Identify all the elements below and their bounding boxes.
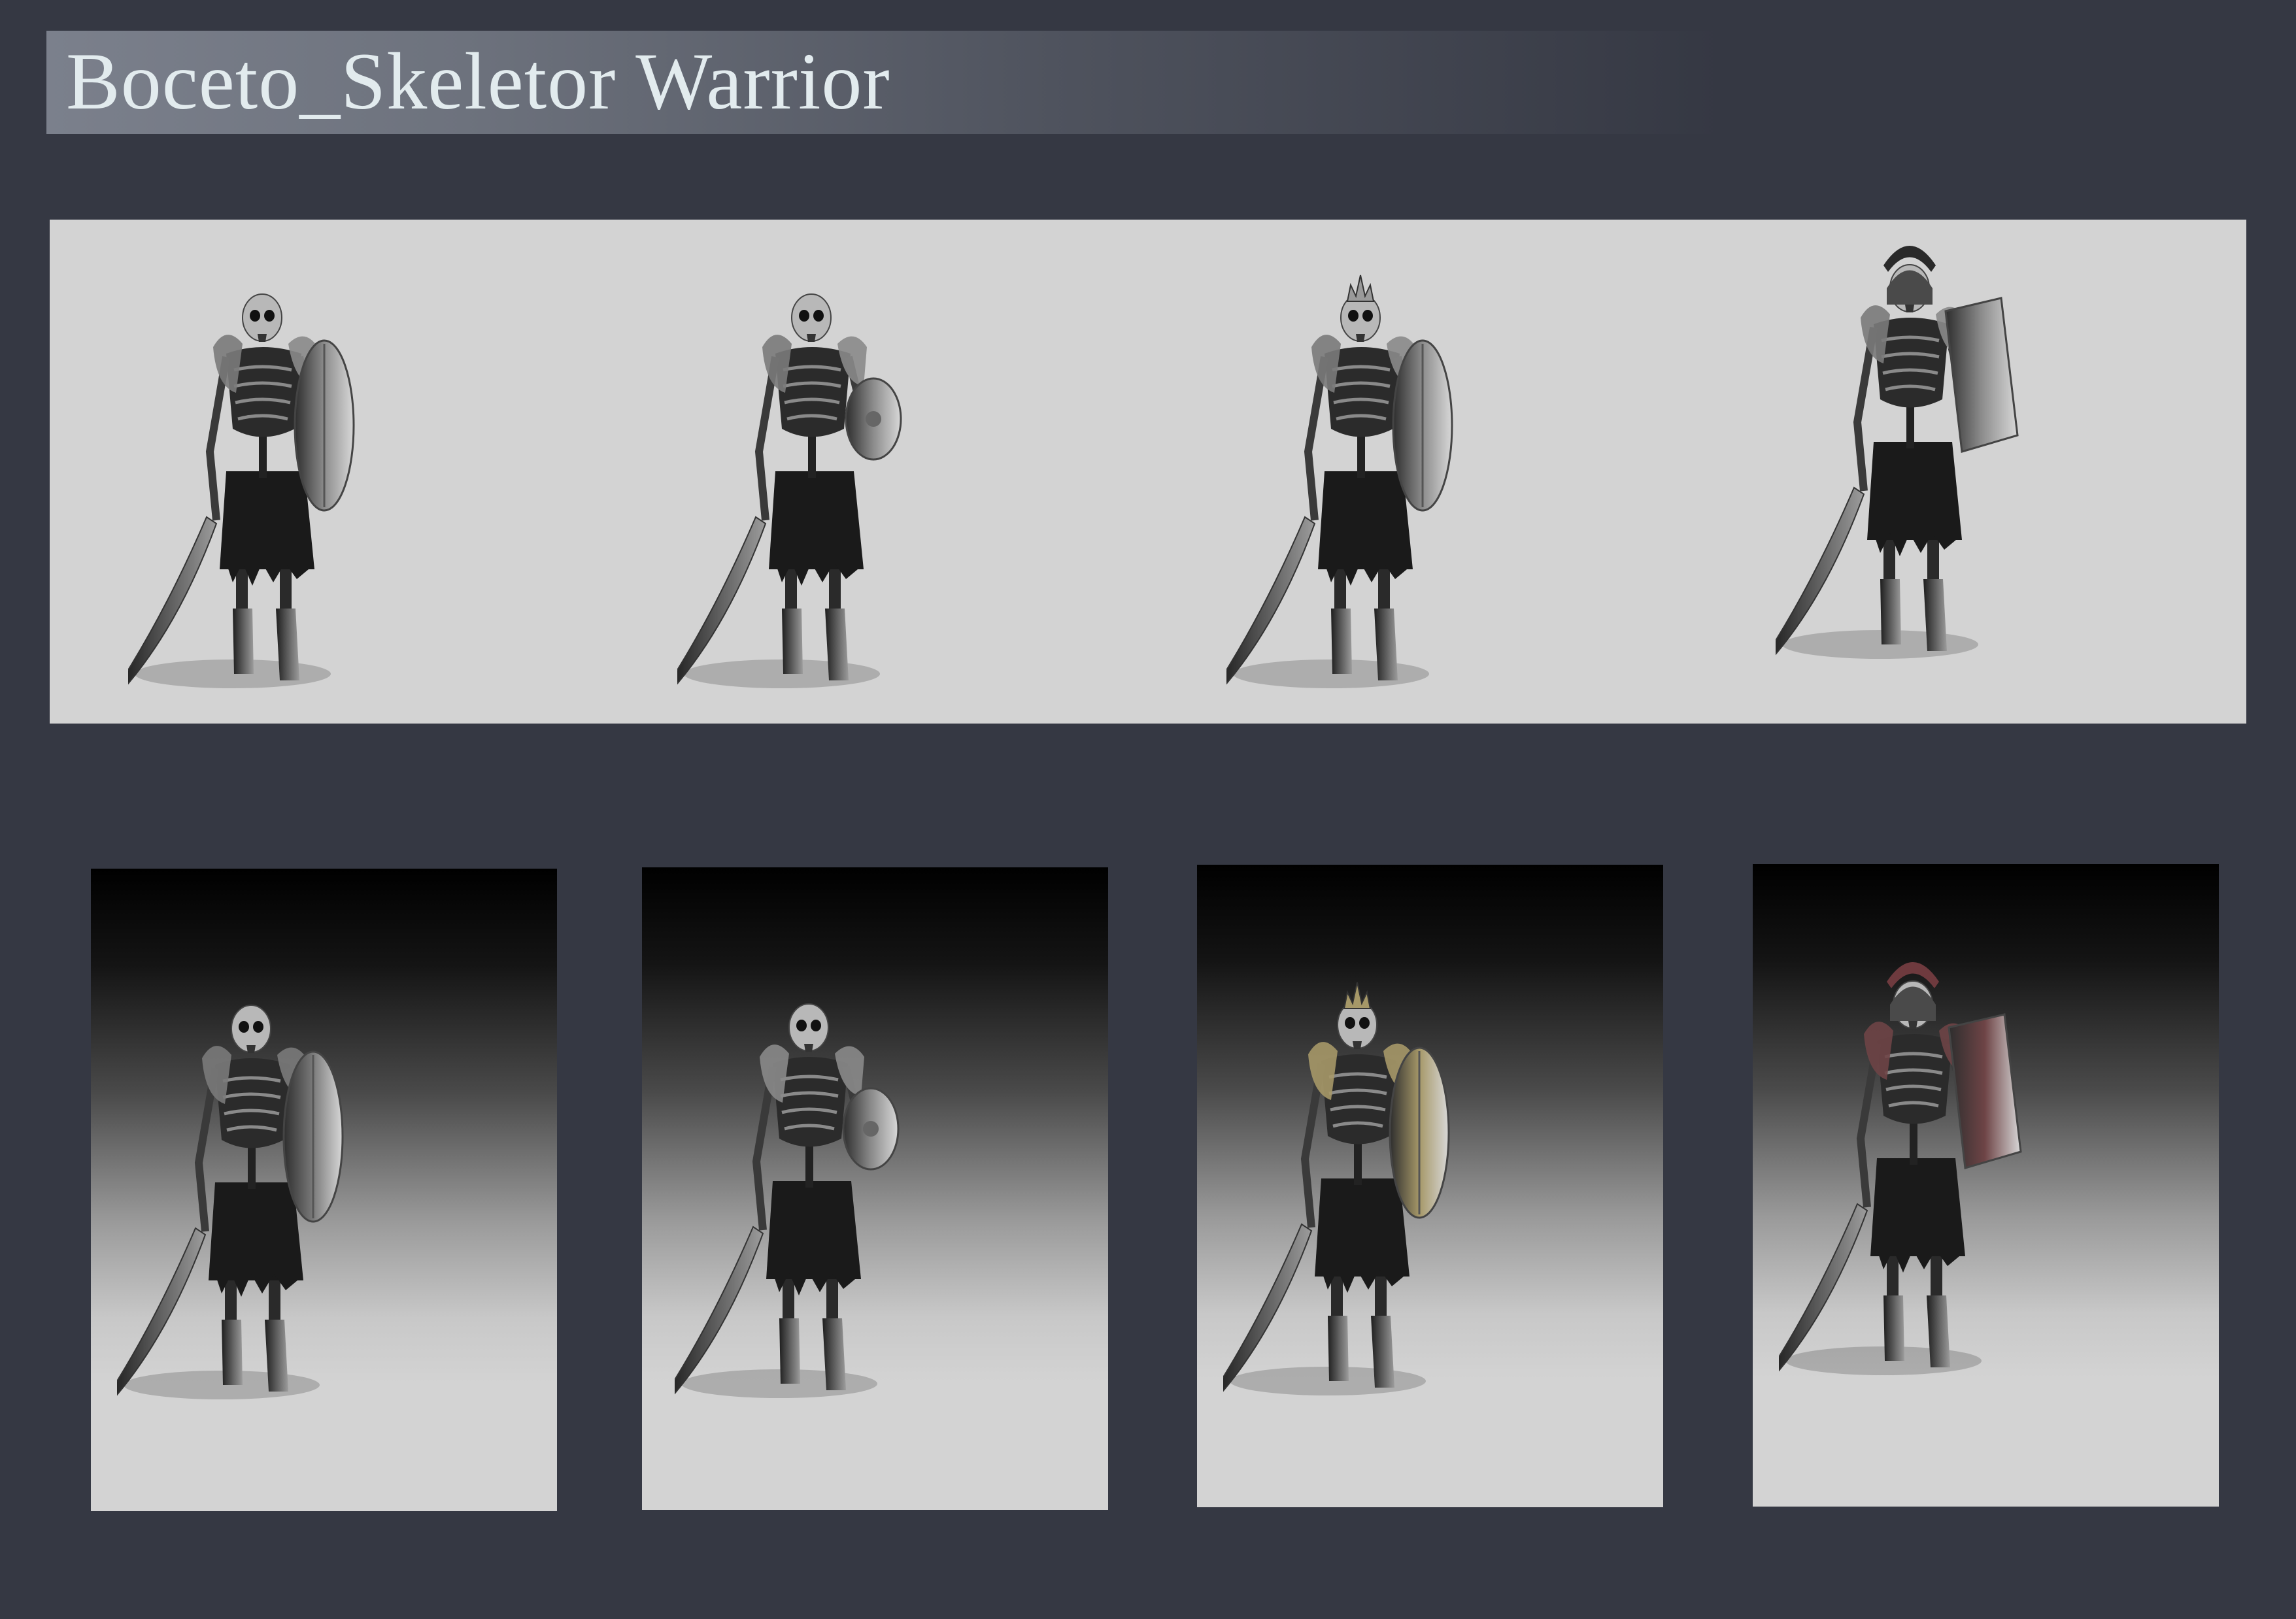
skeleton-sketch-2 xyxy=(677,256,952,726)
color-sketch-panel-2 xyxy=(642,867,1108,1510)
title-bar: Boceto_Skeletor Warrior xyxy=(46,31,1720,134)
color-sketch-panel-4 xyxy=(1753,864,2219,1507)
skeleton-color-4 xyxy=(1779,943,2053,1413)
skeleton-color-1 xyxy=(117,967,392,1437)
skeleton-sketch-3 xyxy=(1226,256,1501,726)
skeleton-sketch-4 xyxy=(1776,226,2050,697)
color-sketch-panel-1 xyxy=(91,869,557,1511)
skeleton-color-3 xyxy=(1223,963,1498,1433)
page-title: Boceto_Skeletor Warrior xyxy=(66,37,890,126)
skeleton-sketch-1 xyxy=(128,256,403,726)
grayscale-sketch-strip xyxy=(50,220,2246,724)
color-sketch-panel-3 xyxy=(1197,865,1663,1507)
skeleton-color-2 xyxy=(675,965,949,1436)
